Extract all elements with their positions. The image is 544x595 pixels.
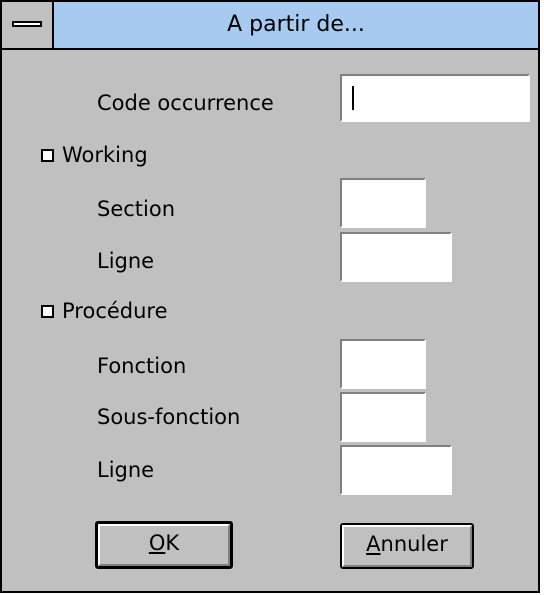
ok-button-label: OK bbox=[148, 531, 180, 555]
procedure-checkbox[interactable] bbox=[41, 305, 54, 318]
system-menu-icon bbox=[12, 21, 42, 27]
cancel-button[interactable]: Annuler bbox=[340, 523, 474, 569]
dialog-window: A partir de... Code occurrence Working S… bbox=[0, 0, 540, 593]
procedure-label: Procédure bbox=[62, 299, 168, 323]
window-title: A partir de... bbox=[227, 12, 365, 37]
title-bar[interactable]: A partir de... bbox=[2, 2, 538, 50]
cancel-button-label: Annuler bbox=[366, 532, 448, 556]
fonction-label: Fonction bbox=[97, 354, 187, 378]
system-menu-button[interactable] bbox=[2, 2, 54, 48]
code-occurrence-input[interactable] bbox=[340, 74, 530, 122]
code-occurrence-label: Code occurrence bbox=[97, 91, 274, 115]
fonction-input[interactable] bbox=[340, 339, 426, 389]
procedure-ligne-label: Ligne bbox=[97, 458, 155, 482]
section-input[interactable] bbox=[340, 178, 426, 228]
ok-button[interactable]: OK bbox=[95, 521, 233, 569]
procedure-ligne-input[interactable] bbox=[340, 445, 452, 495]
working-ligne-label: Ligne bbox=[97, 249, 155, 273]
working-checkbox[interactable] bbox=[41, 149, 54, 162]
working-ligne-input[interactable] bbox=[340, 232, 452, 282]
working-label: Working bbox=[62, 143, 148, 167]
text-caret bbox=[352, 86, 354, 110]
sous-fonction-label: Sous-fonction bbox=[97, 405, 241, 429]
section-label: Section bbox=[97, 197, 176, 221]
sous-fonction-input[interactable] bbox=[340, 392, 426, 442]
